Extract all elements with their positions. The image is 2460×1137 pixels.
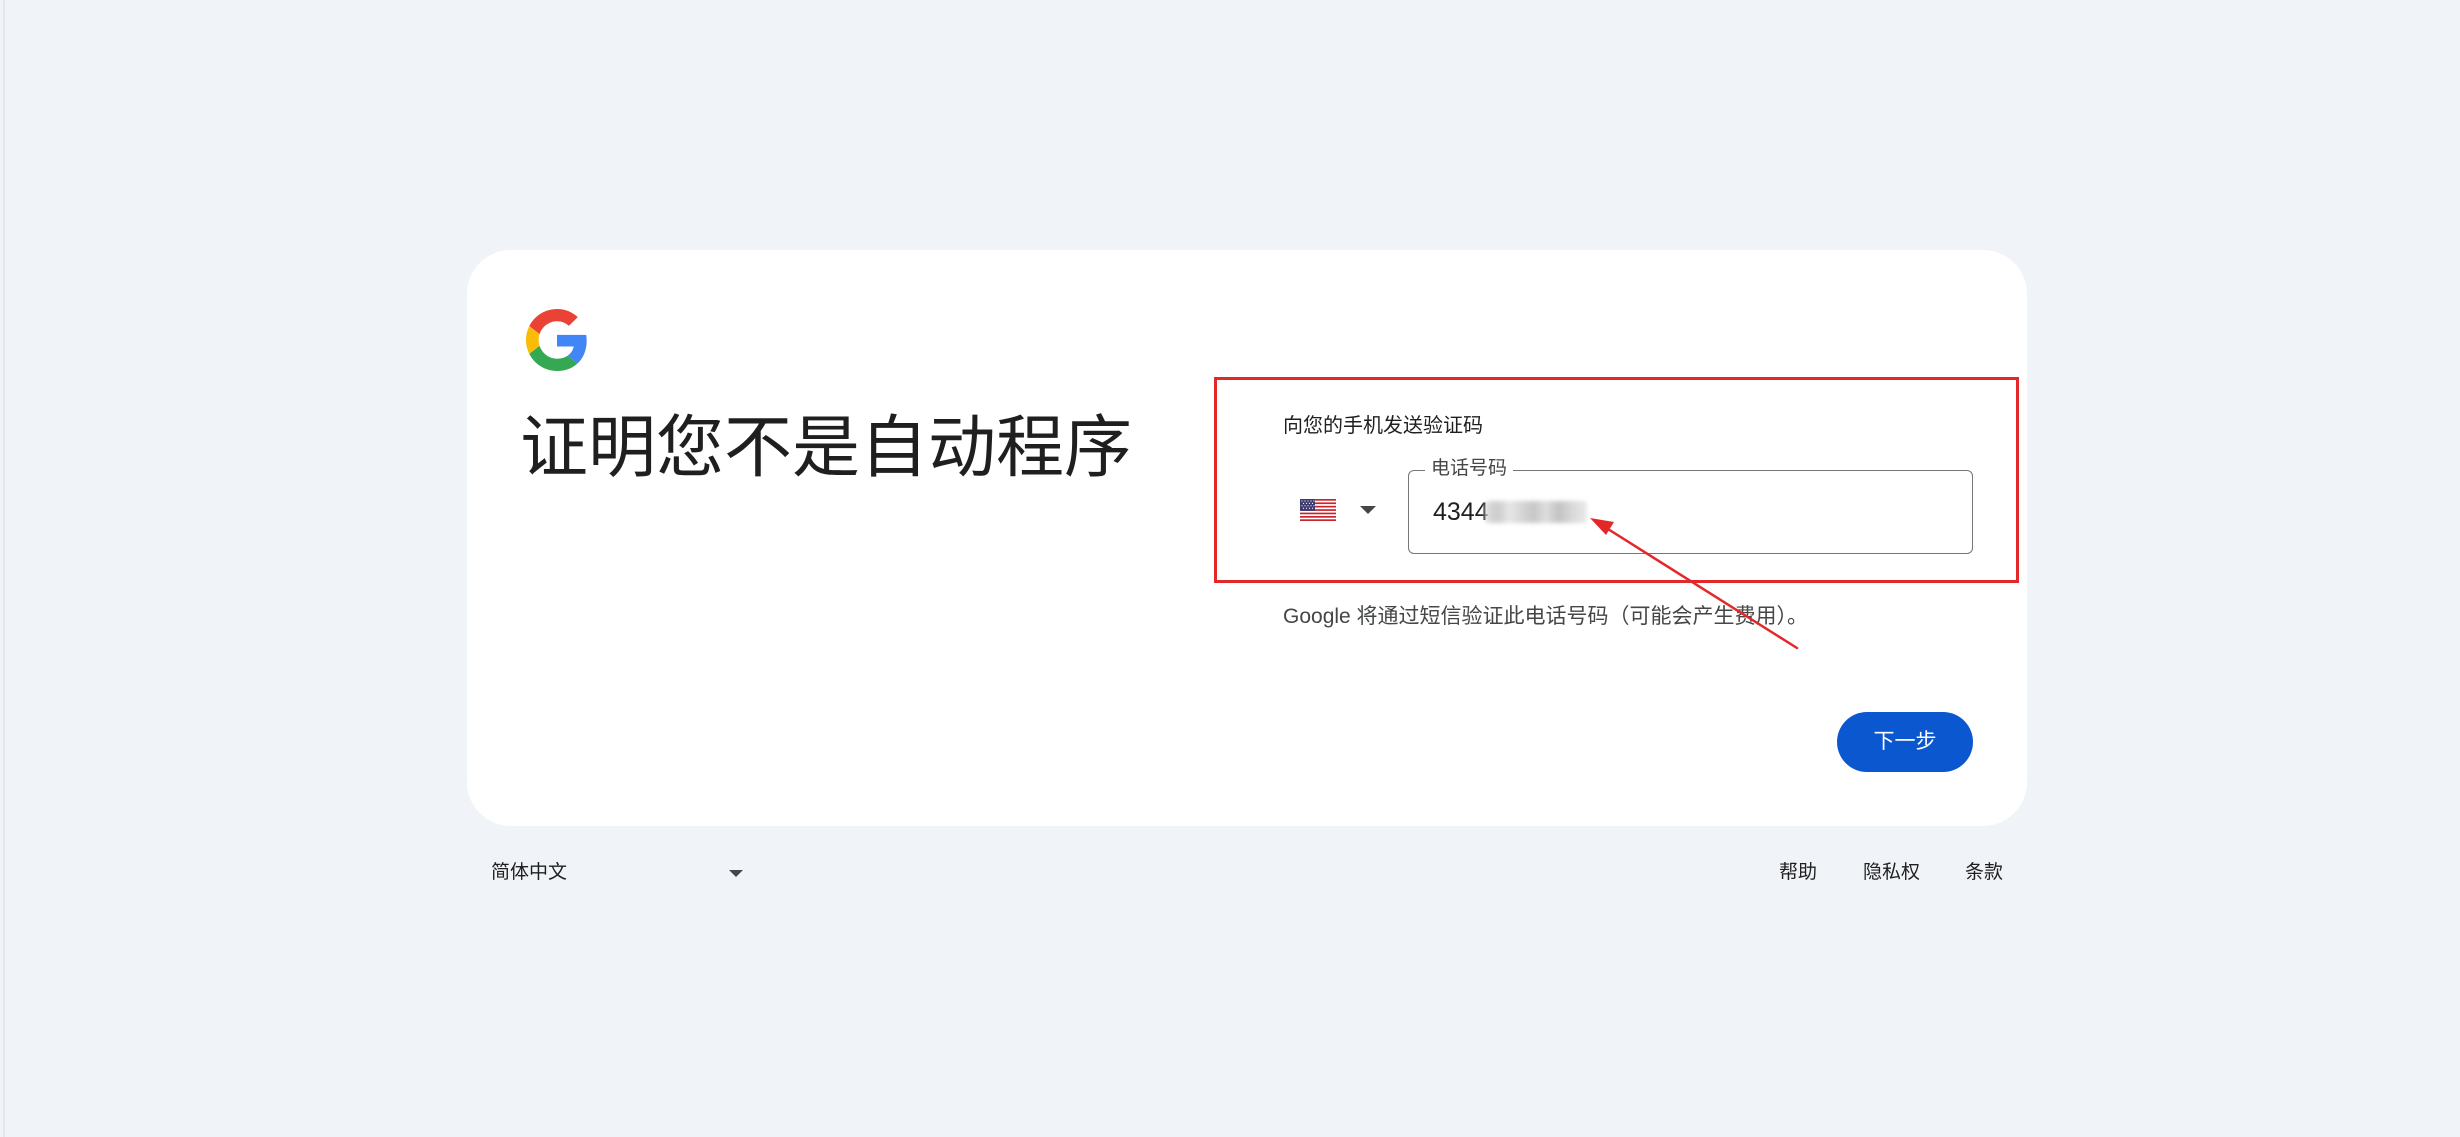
next-button[interactable]: 下一步	[1837, 712, 1973, 772]
google-g-logo-icon	[526, 309, 587, 371]
footer: 简体中文 帮助 隐私权 条款	[467, 858, 2027, 888]
window-left-edge	[3, 0, 5, 1137]
language-label: 简体中文	[491, 862, 568, 883]
page-title: 证明您不是自动程序	[520, 410, 1133, 486]
privacy-link[interactable]: 隐私权	[1863, 858, 1920, 888]
terms-link[interactable]: 条款	[1965, 858, 2003, 888]
language-selector[interactable]: 简体中文	[491, 858, 753, 888]
chevron-down-icon	[729, 870, 743, 877]
help-link[interactable]: 帮助	[1779, 858, 1817, 888]
red-arrow	[1590, 518, 1799, 650]
